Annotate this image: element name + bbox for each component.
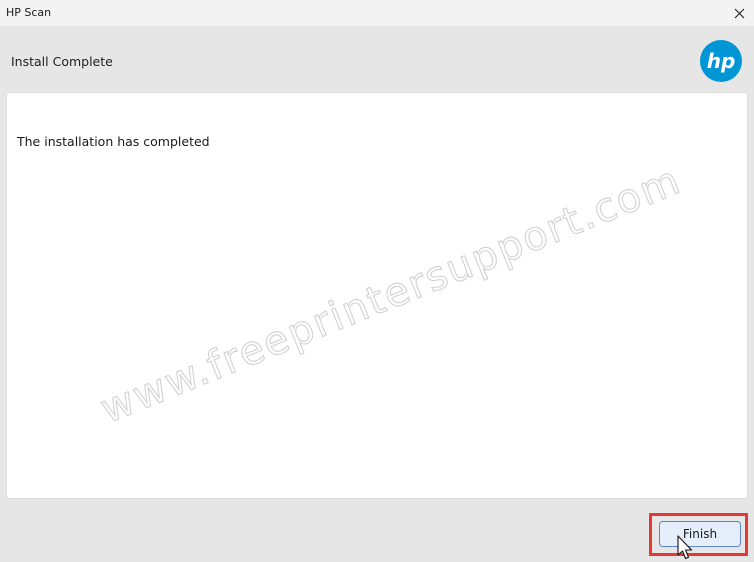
page-header: Install Complete hp (0, 26, 754, 90)
mouse-pointer-icon (677, 535, 693, 560)
watermark-text: www.freeprintersupport.com (94, 157, 688, 433)
hp-logo-icon: hp (700, 40, 742, 82)
status-message: The installation has completed (17, 134, 210, 149)
finish-button[interactable]: Finish (659, 521, 741, 547)
window-title: HP Scan (6, 6, 52, 19)
close-icon (734, 8, 744, 18)
watermark: www.freeprintersupport.com (94, 157, 689, 434)
title-bar: HP Scan (0, 0, 754, 26)
footer: Finish (0, 500, 754, 562)
close-button[interactable] (724, 0, 754, 26)
content-panel: The installation has completed www.freep… (6, 92, 748, 499)
page-heading: Install Complete (11, 54, 113, 69)
hp-logo-text: hp (707, 49, 736, 73)
installer-window: HP Scan Install Complete hp The installa… (0, 0, 754, 562)
